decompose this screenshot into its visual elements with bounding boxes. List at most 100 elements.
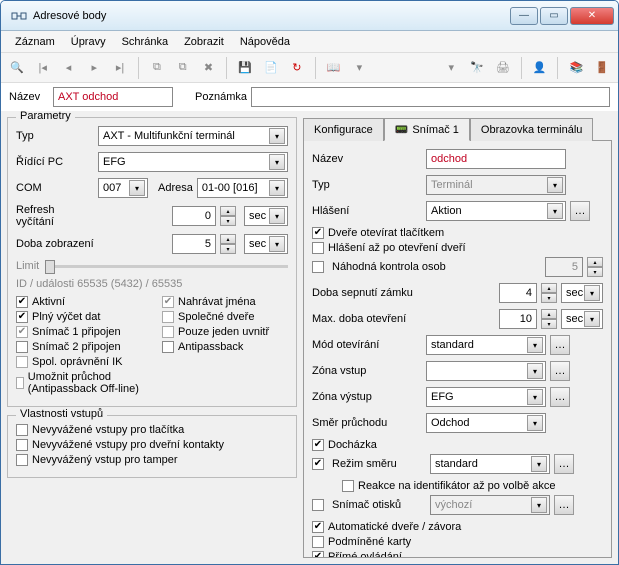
rezim-check[interactable]: ✔ bbox=[312, 458, 324, 470]
r-hlaseni-combo[interactable]: Aktion▾ bbox=[426, 201, 566, 221]
first-icon[interactable]: |◂ bbox=[33, 58, 53, 78]
adresa-label: Adresa bbox=[158, 182, 193, 194]
typ-label: Typ bbox=[16, 130, 94, 142]
menu-schranka[interactable]: Schránka bbox=[114, 33, 176, 51]
doba-label: Doba zobrazení bbox=[16, 238, 94, 250]
refresh-spinner[interactable]: ▴▾ bbox=[220, 206, 236, 226]
refresh-icon[interactable]: ↻ bbox=[287, 58, 307, 78]
refresh-label: Refresh vyčítání bbox=[16, 204, 94, 228]
doba-unit-combo[interactable]: sec▾ bbox=[244, 234, 288, 254]
titlebar: Adresové body — ▭ ✕ bbox=[1, 1, 618, 31]
nahodna-spinner: ▴▾ bbox=[587, 257, 603, 277]
limit-slider bbox=[45, 265, 288, 268]
r-typ-combo: Terminál▾ bbox=[426, 175, 566, 195]
menu-zaznam[interactable]: Záznam bbox=[7, 33, 63, 51]
chevron-down-icon: ▾ bbox=[269, 128, 285, 144]
drop-icon[interactable]: ▾ bbox=[350, 58, 370, 78]
doba-input[interactable]: 5 bbox=[172, 234, 216, 254]
typ-combo[interactable]: AXT - Multifunkční terminál▾ bbox=[98, 126, 288, 146]
toolbar: 🔍 |◂ ◂ ▸ ▸| ⧉ ⧉ ✖ 💾 📄 ↻ 📖 ▾ ▾ 🔭 🖨 👤 📚 🚪 bbox=[1, 53, 618, 83]
kontakty-check[interactable]: Nevyvážené vstupy pro dveřní kontakty bbox=[16, 439, 288, 451]
auto-check[interactable]: ✔Automatické dveře / závora bbox=[312, 521, 603, 533]
hlaseni-more-button[interactable]: … bbox=[570, 201, 590, 221]
new-icon[interactable]: ⧉ bbox=[147, 58, 167, 78]
tab-bar: Konfigurace 📟Snímač 1 Obrazovka terminál… bbox=[303, 117, 612, 141]
zonavs-more-button[interactable]: … bbox=[550, 361, 570, 381]
sepnuti-unit[interactable]: sec▾ bbox=[561, 283, 603, 303]
dochazka-check[interactable]: ✔Docházka bbox=[312, 439, 603, 451]
podm-check[interactable]: Podmíněné karty bbox=[312, 536, 603, 548]
copy-icon[interactable]: ⧉ bbox=[173, 58, 193, 78]
smer-combo[interactable]: Odchod▾ bbox=[426, 413, 546, 433]
rezim-combo[interactable]: standard▾ bbox=[430, 454, 550, 474]
tab-snimac1[interactable]: 📟Snímač 1 bbox=[384, 118, 470, 141]
tamper-check[interactable]: Nevyvážený vstup pro tamper bbox=[16, 454, 288, 466]
ridici-label: Řídící PC bbox=[16, 156, 94, 168]
zonavs-combo[interactable]: ▾ bbox=[426, 361, 546, 381]
menu-upravy[interactable]: Úpravy bbox=[63, 33, 114, 51]
maxot-input[interactable]: 10 bbox=[499, 309, 537, 329]
prime-check[interactable]: ✔Přímé ovládání bbox=[312, 551, 603, 558]
zonavs-label: Zóna vstup bbox=[312, 365, 422, 377]
search-icon[interactable]: 🔍 bbox=[7, 58, 27, 78]
pouze-check: Pouze jeden uvnitř bbox=[162, 326, 288, 338]
exit-icon[interactable]: 🚪 bbox=[592, 58, 612, 78]
tlacitka-check[interactable]: Nevyvážené vstupy pro tlačítka bbox=[16, 424, 288, 436]
hlaseniaz-check[interactable]: Hlášení až po otevření dveří bbox=[312, 242, 603, 254]
drop2-icon[interactable]: ▾ bbox=[441, 58, 461, 78]
find-icon[interactable]: 🔭 bbox=[467, 58, 487, 78]
doba-spinner[interactable]: ▴▾ bbox=[220, 234, 236, 254]
app-icon bbox=[11, 8, 27, 24]
delete-icon[interactable]: ✖ bbox=[199, 58, 219, 78]
anti-check[interactable]: Antipassback bbox=[162, 341, 288, 353]
id-line: ID / události 65535 (5432) / 65535 bbox=[16, 278, 288, 290]
doc-icon[interactable]: 📄 bbox=[261, 58, 281, 78]
sn2-check[interactable]: Snímač 2 připojen bbox=[16, 341, 142, 353]
tab-konfigurace[interactable]: Konfigurace bbox=[303, 118, 384, 141]
otisk-more-button[interactable]: … bbox=[554, 495, 574, 515]
com-combo[interactable]: 007▾ bbox=[98, 178, 148, 198]
maxot-label: Max. doba otevření bbox=[312, 313, 422, 325]
close-button[interactable]: ✕ bbox=[570, 7, 614, 25]
reakce-check[interactable]: Reakce na identifikátor až po volbě akce bbox=[342, 480, 603, 492]
sepnuti-input[interactable]: 4 bbox=[499, 283, 537, 303]
aktivni-check[interactable]: ✔Aktivní bbox=[16, 296, 142, 308]
book-icon[interactable]: 📖 bbox=[324, 58, 344, 78]
help-icon[interactable]: 📚 bbox=[566, 58, 586, 78]
r-nazev-input[interactable]: odchod bbox=[426, 149, 566, 169]
dvere-check[interactable]: ✔Dveře otevírat tlačítkem bbox=[312, 227, 603, 239]
refresh-input[interactable]: 0 bbox=[172, 206, 216, 226]
prev-icon[interactable]: ◂ bbox=[59, 58, 79, 78]
minimize-button[interactable]: — bbox=[510, 7, 538, 25]
maxot-spinner[interactable]: ▴▾ bbox=[541, 309, 557, 329]
last-icon[interactable]: ▸| bbox=[110, 58, 130, 78]
otisk-check[interactable] bbox=[312, 499, 324, 511]
maximize-button[interactable]: ▭ bbox=[540, 7, 568, 25]
plny-check[interactable]: ✔Plný výčet dat bbox=[16, 311, 142, 323]
zonavy-more-button[interactable]: … bbox=[550, 387, 570, 407]
nahodna-check[interactable] bbox=[312, 261, 324, 273]
next-icon[interactable]: ▸ bbox=[84, 58, 104, 78]
sensor-icon: 📟 bbox=[395, 123, 409, 136]
nahodna-input: 5 bbox=[545, 257, 583, 277]
poznamka-input[interactable] bbox=[251, 87, 610, 107]
print-icon[interactable]: 🖨 bbox=[493, 58, 513, 78]
mod-combo[interactable]: standard▾ bbox=[426, 335, 546, 355]
adresa-combo[interactable]: 01-00 [016]▾ bbox=[197, 178, 288, 198]
user-icon[interactable]: 👤 bbox=[530, 58, 550, 78]
nahodna-label: Náhodná kontrola osob bbox=[332, 261, 541, 273]
refresh-unit-combo[interactable]: sec▾ bbox=[244, 206, 288, 226]
save-icon[interactable]: 💾 bbox=[235, 58, 255, 78]
tab-obrazovka[interactable]: Obrazovka terminálu bbox=[470, 118, 594, 141]
menu-napoveda[interactable]: Nápověda bbox=[232, 33, 298, 51]
maxot-unit[interactable]: sec▾ bbox=[561, 309, 603, 329]
nazev-label: Název bbox=[9, 91, 49, 103]
mod-more-button[interactable]: … bbox=[550, 335, 570, 355]
menu-zobrazit[interactable]: Zobrazit bbox=[176, 33, 232, 51]
ridici-combo[interactable]: EFG▾ bbox=[98, 152, 288, 172]
nazev-input[interactable]: AXT odchod bbox=[53, 87, 173, 107]
rezim-more-button[interactable]: … bbox=[554, 454, 574, 474]
sepnuti-spinner[interactable]: ▴▾ bbox=[541, 283, 557, 303]
window-title: Adresové body bbox=[33, 10, 510, 22]
zonavy-combo[interactable]: EFG▾ bbox=[426, 387, 546, 407]
